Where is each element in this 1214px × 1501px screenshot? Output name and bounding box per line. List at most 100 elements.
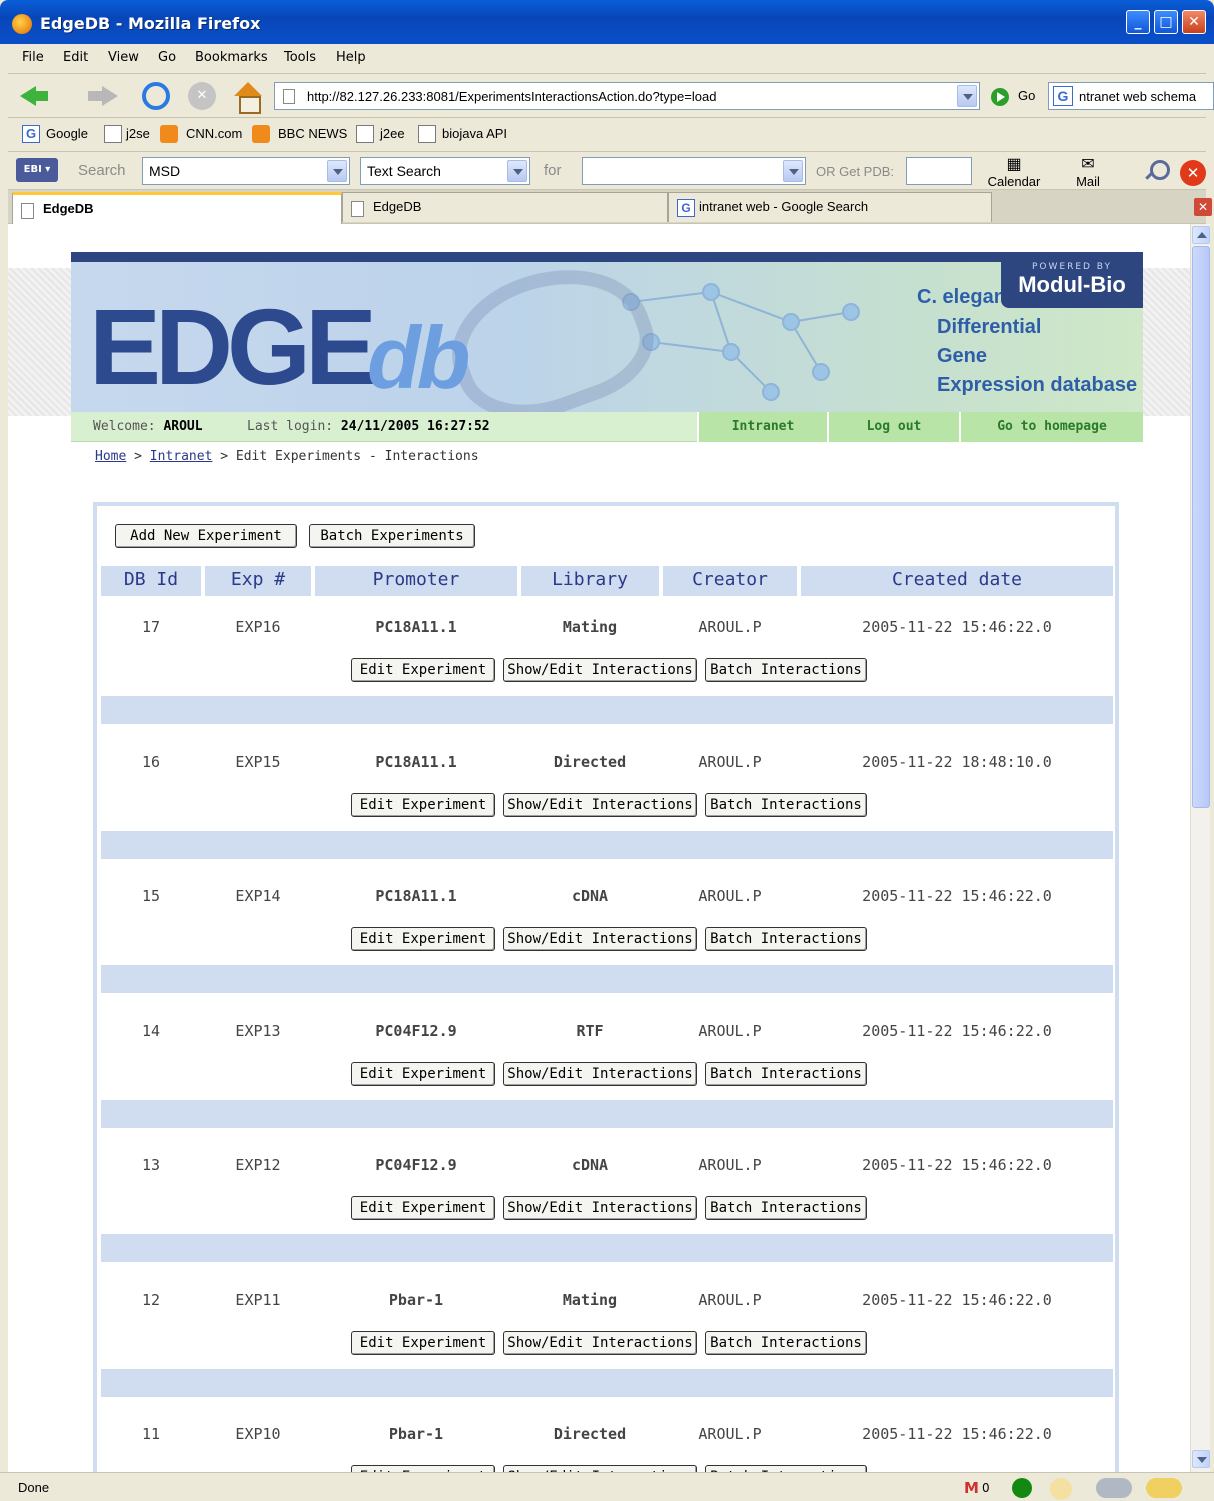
- weather-sun-icon[interactable]: [1146, 1478, 1182, 1498]
- intranet-link[interactable]: Intranet: [697, 412, 827, 442]
- show-edit-interactions-button[interactable]: Show/Edit Interactions: [503, 792, 697, 817]
- home-icon[interactable]: [232, 80, 264, 114]
- minimize-button[interactable]: _: [1126, 10, 1150, 34]
- ebi-logo-icon[interactable]: EBI ▾: [16, 158, 58, 182]
- close-toolbar-icon[interactable]: ✕: [1180, 160, 1206, 186]
- batch-interactions-button[interactable]: Batch Interactions: [705, 927, 867, 951]
- batch-interactions-button[interactable]: Batch Interactions: [705, 1330, 867, 1355]
- back-arrow-icon[interactable]: [18, 80, 50, 112]
- weather-cloud-icon[interactable]: [1096, 1478, 1132, 1498]
- header-creator[interactable]: Creator: [663, 566, 797, 596]
- bookmark-biojava-api[interactable]: biojava API: [442, 126, 507, 141]
- url-bar[interactable]: http://82.127.26.233:8081/ExperimentsInt…: [274, 82, 980, 110]
- vertical-scrollbar[interactable]: [1190, 224, 1210, 1472]
- edit-experiment-button[interactable]: Edit Experiment: [351, 1465, 495, 1472]
- moon-icon[interactable]: [1050, 1478, 1072, 1500]
- header-library[interactable]: Library: [521, 566, 659, 596]
- search-input[interactable]: ntranet web schema: [1079, 89, 1196, 104]
- menu-edit[interactable]: Edit: [63, 50, 88, 65]
- tagline-differential: Differential: [937, 316, 1042, 338]
- scrollbar-thumb[interactable]: [1192, 246, 1210, 808]
- edit-experiment-button[interactable]: Edit Experiment: [351, 1196, 495, 1220]
- user-info-bar: Welcome: AROUL Last login: 24/11/2005 16…: [71, 412, 1143, 442]
- magnifier-icon[interactable]: [1144, 160, 1170, 182]
- edit-experiment-button[interactable]: Edit Experiment: [351, 792, 495, 817]
- cell-creator: AROUL.P: [698, 1021, 762, 1040]
- scroll-up-icon[interactable]: [1192, 226, 1210, 244]
- show-edit-interactions-button[interactable]: Show/Edit Interactions: [503, 1061, 697, 1086]
- cell-library: cDNA: [571, 1156, 609, 1174]
- breadcrumb-intranet[interactable]: Intranet: [150, 449, 213, 464]
- header-exp-number[interactable]: Exp #: [205, 566, 311, 596]
- gmail-icon[interactable]: M: [964, 1479, 979, 1497]
- reload-icon[interactable]: [142, 82, 170, 110]
- query-input[interactable]: [582, 157, 806, 185]
- tab-edgedb[interactable]: EdgeDB: [342, 192, 668, 222]
- edit-experiment-button[interactable]: Edit Experiment: [351, 658, 495, 682]
- modul-bio-logo[interactable]: POWERED BY Modul-Bio: [1001, 262, 1143, 308]
- cell-created-date: 2005-11-22 15:46:22.0: [862, 887, 1052, 905]
- go-button[interactable]: Go: [1018, 88, 1035, 103]
- document-icon: [356, 125, 374, 143]
- header-db-id[interactable]: DB Id: [101, 566, 201, 596]
- batch-interactions-button[interactable]: Batch Interactions: [705, 1061, 867, 1086]
- menu-help[interactable]: Help: [336, 50, 366, 65]
- edit-experiment-button[interactable]: Edit Experiment: [351, 927, 495, 951]
- breadcrumb-home[interactable]: Home: [95, 449, 126, 464]
- search-label: Search: [78, 162, 126, 179]
- cell-db-id: 16: [141, 752, 161, 771]
- add-new-experiment-button[interactable]: Add New Experiment: [115, 524, 297, 548]
- edit-experiment-button[interactable]: Edit Experiment: [351, 1330, 495, 1355]
- show-edit-interactions-button[interactable]: Show/Edit Interactions: [503, 927, 697, 951]
- mail-button[interactable]: ✉ Mail: [1066, 154, 1110, 189]
- calendar-button[interactable]: ▦ Calendar: [982, 154, 1046, 189]
- show-edit-interactions-button[interactable]: Show/Edit Interactions: [503, 658, 697, 682]
- tab-edgedb-active[interactable]: EdgeDB: [12, 192, 342, 224]
- batch-interactions-button[interactable]: Batch Interactions: [705, 792, 867, 817]
- pdb-input[interactable]: [906, 157, 972, 185]
- tab-google-search[interactable]: G intranet web - Google Search: [668, 192, 992, 222]
- stop-icon[interactable]: ✕: [188, 82, 216, 110]
- go-icon[interactable]: [991, 88, 1009, 106]
- edit-experiment-button[interactable]: Edit Experiment: [351, 1061, 495, 1086]
- google-icon[interactable]: G: [1053, 86, 1073, 106]
- menu-bookmarks[interactable]: Bookmarks: [195, 50, 268, 65]
- menu-go[interactable]: Go: [158, 50, 176, 65]
- status-green-icon[interactable]: [1012, 1478, 1032, 1498]
- bookmark-google[interactable]: Google: [46, 126, 88, 141]
- url-dropdown-icon[interactable]: [957, 85, 977, 107]
- menu-tools[interactable]: Tools: [284, 50, 316, 65]
- batch-interactions-button[interactable]: Batch Interactions: [705, 1196, 867, 1220]
- database-select[interactable]: MSD: [142, 157, 350, 185]
- table-row: 12 EXP11 Pbar-1 Mating AROUL.P 2005-11-22 15:…: [101, 1273, 1113, 1407]
- menu-file[interactable]: File: [22, 50, 44, 65]
- batch-interactions-button[interactable]: Batch Interactions: [705, 658, 867, 682]
- homepage-link[interactable]: Go to homepage: [959, 412, 1143, 442]
- cell-library: RTF: [576, 1021, 604, 1040]
- maximize-button[interactable]: □: [1154, 10, 1178, 34]
- header-created-date[interactable]: Created date: [801, 566, 1113, 596]
- bookmark-bbc-news[interactable]: BBC NEWS: [278, 126, 347, 141]
- menu-view[interactable]: View: [108, 50, 139, 65]
- batch-interactions-button[interactable]: Batch Interactions: [705, 1465, 867, 1472]
- logout-link[interactable]: Log out: [827, 412, 959, 442]
- show-edit-interactions-button[interactable]: Show/Edit Interactions: [503, 1465, 697, 1472]
- header-promoter[interactable]: Promoter: [315, 566, 517, 596]
- show-edit-interactions-button[interactable]: Show/Edit Interactions: [503, 1330, 697, 1355]
- close-tab-icon[interactable]: ✕: [1194, 198, 1212, 216]
- row-separator: [101, 696, 1113, 724]
- bookmark-cnn[interactable]: CNN.com: [186, 126, 242, 141]
- forward-arrow-icon[interactable]: [86, 80, 118, 112]
- chevron-down-icon[interactable]: [507, 160, 527, 182]
- show-edit-interactions-button[interactable]: Show/Edit Interactions: [503, 1196, 697, 1220]
- chevron-down-icon[interactable]: [783, 160, 803, 182]
- search-type-select[interactable]: Text Search: [360, 157, 530, 185]
- bookmark-j2ee[interactable]: j2ee: [380, 126, 405, 141]
- window-titlebar: EdgeDB - Mozilla Firefox _ □ ✕: [0, 0, 1214, 44]
- scroll-down-icon[interactable]: [1192, 1450, 1210, 1468]
- search-box[interactable]: G ntranet web schema: [1048, 82, 1214, 110]
- bookmark-j2se[interactable]: j2se: [126, 126, 150, 141]
- batch-experiments-button[interactable]: Batch Experiments: [309, 524, 475, 548]
- close-window-button[interactable]: ✕: [1182, 10, 1206, 34]
- chevron-down-icon[interactable]: [327, 160, 347, 182]
